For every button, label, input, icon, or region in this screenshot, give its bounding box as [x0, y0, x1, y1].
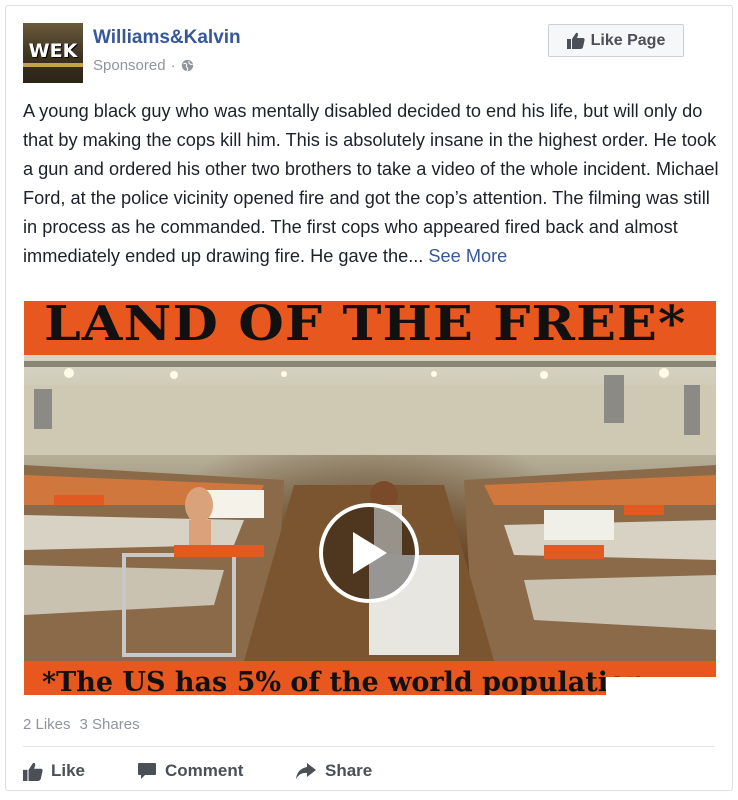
banner-fade [606, 677, 716, 695]
avatar-logo-text: WEK [28, 40, 78, 62]
banner-bottom: *The US has 5% of the world population [24, 661, 716, 695]
actions-divider [23, 746, 715, 747]
globe-icon [181, 59, 193, 72]
page-name-link[interactable]: Williams&Kalvin [93, 27, 241, 49]
share-label: Share [325, 761, 373, 780]
likes-count[interactable]: 2 Likes [23, 716, 71, 733]
post-header: WEK Williams&Kalvin Sponsored · Like Pag… [23, 23, 715, 87]
banner-title: LAND OF THE FREE* [44, 301, 687, 352]
banner-footnote: *The US has 5% of the world population [42, 667, 646, 695]
sponsored-label[interactable]: Sponsored [93, 57, 166, 74]
post-body-text: A young black guy who was mentally disab… [23, 101, 719, 266]
logo-bar [23, 63, 83, 67]
comment-button[interactable]: Comment [137, 754, 243, 788]
like-label: Like [51, 761, 86, 780]
post-body: A young black guy who was mentally disab… [23, 97, 723, 271]
video-media[interactable]: LAND OF THE FREE* *The US has 5% of the … [24, 301, 716, 695]
banner-top: LAND OF THE FREE* [24, 301, 716, 355]
shares-count[interactable]: 3 Shares [80, 716, 140, 733]
like-page-button[interactable]: Like Page [548, 24, 684, 57]
meta-separator: · [170, 57, 176, 74]
post-stats: 2 Likes 3 Shares [23, 716, 140, 733]
share-arrow-icon [296, 763, 316, 779]
post-actions: Like Comment Share [23, 754, 715, 788]
like-page-label: Like Page [590, 31, 666, 49]
share-button[interactable]: Share [295, 754, 372, 788]
thumbs-up-icon [23, 762, 43, 781]
see-more-link[interactable]: See More [428, 246, 507, 266]
video-thumbnail [24, 355, 716, 661]
comment-label: Comment [165, 761, 244, 780]
play-icon [353, 532, 387, 574]
post-meta: Sponsored · [93, 57, 194, 74]
play-button[interactable] [319, 503, 419, 603]
thumbs-up-icon [566, 32, 585, 49]
page-avatar[interactable]: WEK [23, 23, 83, 83]
comment-icon [138, 762, 156, 779]
like-button[interactable]: Like [23, 754, 85, 788]
sponsored-post-card: WEK Williams&Kalvin Sponsored · Like Pag… [5, 5, 733, 791]
